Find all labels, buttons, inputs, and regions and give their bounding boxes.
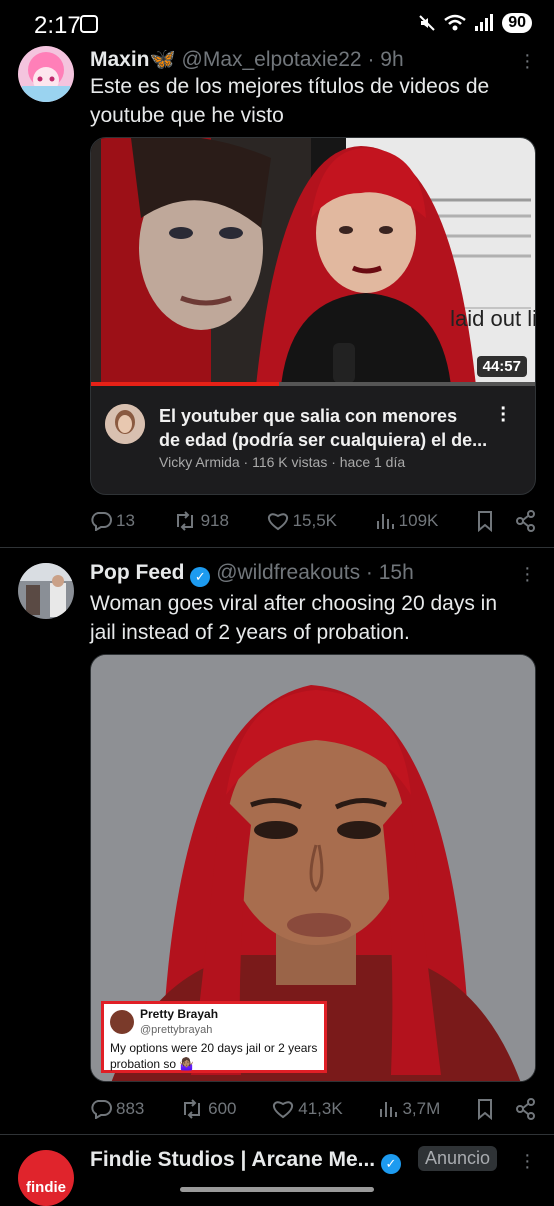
avatar[interactable]	[18, 563, 74, 619]
verified-badge-icon: ✓	[380, 1154, 401, 1174]
channel-avatar[interactable]	[105, 404, 145, 444]
butterfly-icon: 🦋	[149, 48, 176, 71]
bookmark-icon	[478, 511, 492, 532]
views-button[interactable]: 109K	[375, 511, 438, 531]
repost-icon	[176, 511, 193, 531]
mute-icon	[419, 15, 435, 31]
heart-icon	[267, 513, 288, 531]
thumbnail-caption: laid out li	[450, 306, 536, 331]
embedded-handle: @prettybrayah	[140, 1024, 213, 1036]
repost-icon	[184, 1099, 201, 1119]
embedded-tweet: Pretty Brayah @prettybrayah My options w…	[101, 1001, 327, 1073]
more-options-icon[interactable]: · · ·	[524, 45, 531, 77]
home-indicator[interactable]	[180, 1187, 374, 1192]
bookmark-icon	[477, 1099, 492, 1120]
like-button[interactable]: 15,5K	[267, 511, 337, 531]
tweet-time: · 9h	[367, 48, 404, 71]
status-icons: 90	[418, 13, 532, 33]
video-more-icon[interactable]: · · ·	[500, 399, 507, 431]
tweet-divider	[0, 547, 554, 548]
author-name[interactable]: Pop Feed	[90, 561, 185, 584]
tweet-header: Findie Studios | Arcane Me... ✓	[90, 1148, 401, 1174]
tweet-text: Woman goes viral after choosing 20 days …	[90, 592, 497, 644]
embedded-name: Pretty Brayah	[140, 1007, 219, 1021]
author-name[interactable]: Findie Studios | Arcane Me...	[90, 1148, 375, 1171]
tweet-header: Pop Feed ✓ @wildfreakouts · 15h	[90, 561, 414, 587]
reply-icon	[91, 512, 112, 531]
youtube-card[interactable]: laid out li 44:57 El youtuber que salia …	[90, 137, 536, 495]
video-meta: Vicky Armida · 116 K vistas · hace 1 día	[159, 454, 406, 470]
bookmark-button[interactable]	[476, 1098, 536, 1120]
more-options-icon[interactable]: · · ·	[524, 1145, 531, 1177]
views-icon	[380, 1102, 398, 1117]
views-button[interactable]: 3,7M	[378, 1099, 440, 1119]
tweet-header: Maxin🦋 @Max_elpotaxie22 · 9h	[90, 48, 404, 72]
video-thumbnail[interactable]: laid out li 44:57	[91, 138, 536, 386]
reply-button[interactable]: 13	[90, 511, 135, 531]
status-time: 2:17	[34, 12, 81, 39]
share-icon[interactable]	[516, 510, 536, 532]
reply-button[interactable]: 883	[90, 1099, 144, 1119]
verified-badge-icon: ✓	[190, 567, 211, 587]
avatar[interactable]: findie	[18, 1150, 74, 1206]
notification-icon	[80, 15, 98, 33]
author-name[interactable]: Maxin	[90, 48, 150, 71]
tweet-time: · 15h	[365, 561, 414, 584]
heart-icon	[273, 1101, 294, 1119]
video-title[interactable]: El youtuber que salia con menores de eda…	[159, 404, 489, 452]
share-icon[interactable]	[515, 1098, 536, 1120]
views-icon	[376, 514, 394, 529]
progress-bar	[91, 382, 535, 386]
repost-button[interactable]: 600	[180, 1099, 237, 1119]
reply-icon	[91, 1100, 112, 1119]
tweet-actions: 13 918 15,5K 109K	[90, 508, 536, 534]
wifi-icon	[444, 14, 466, 31]
status-bar: 2:17 90	[0, 0, 554, 48]
tweet-text: Este es de los mejores títulos de videos…	[90, 75, 490, 127]
video-duration: 44:57	[476, 356, 527, 377]
avatar-logo: findie	[26, 1178, 66, 1196]
tweet-divider	[0, 1134, 554, 1135]
tweet-actions: 883 600 41,3K 3,7M	[90, 1096, 536, 1122]
more-options-icon[interactable]: · · ·	[524, 558, 531, 590]
embedded-avatar	[110, 1010, 134, 1034]
embedded-text: My options were 20 days jail or 2 years …	[110, 1041, 318, 1071]
author-handle[interactable]: @Max_elpotaxie22	[182, 48, 362, 71]
bookmark-button[interactable]	[476, 510, 536, 532]
thumbnail-art	[91, 138, 535, 386]
author-handle[interactable]: @wildfreakouts	[216, 561, 360, 584]
signal-icon	[475, 14, 494, 31]
repost-button[interactable]: 918	[173, 511, 229, 531]
like-button[interactable]: 41,3K	[272, 1099, 343, 1119]
tweet-image[interactable]: Pretty Brayah @prettybrayah My options w…	[90, 654, 536, 1082]
progress-fill	[91, 382, 279, 386]
ad-badge: Anuncio	[418, 1146, 498, 1171]
battery-level: 90	[502, 13, 532, 33]
avatar[interactable]	[18, 46, 74, 102]
